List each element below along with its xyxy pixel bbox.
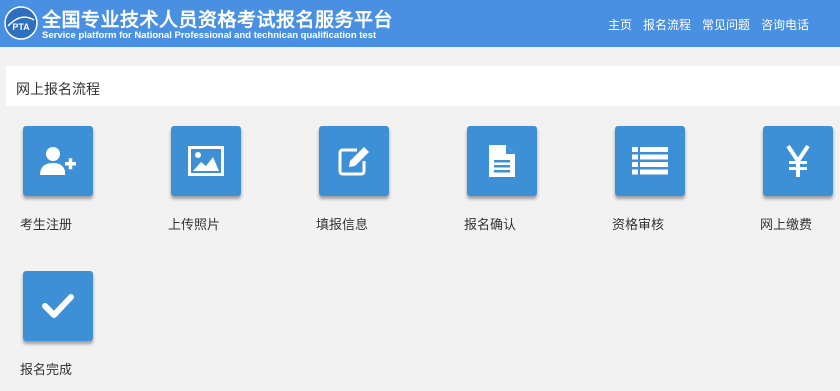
- edit-icon: [338, 147, 369, 176]
- header-bar: PTA 全国专业技术人员资格考试报名服务平台 Service platform …: [0, 0, 840, 47]
- step-tile[interactable]: [171, 126, 241, 196]
- step-tile[interactable]: [319, 126, 389, 196]
- step-label: 报名完成: [20, 362, 73, 377]
- step-complete[interactable]: 报名完成: [20, 271, 140, 391]
- section-title: 网上报名流程: [16, 81, 100, 97]
- step-confirm[interactable]: 报名确认: [464, 126, 584, 246]
- step-label: 上传照片: [168, 217, 221, 232]
- step-tile[interactable]: [615, 126, 685, 196]
- image-icon: [188, 146, 224, 176]
- site-subtitle: Service platform for National Profession…: [42, 30, 377, 41]
- yen-icon: [786, 144, 810, 177]
- nav-item-home[interactable]: 主页: [608, 16, 632, 33]
- step-label: 考生注册: [20, 217, 73, 232]
- top-nav: 主页 报名流程 常见问题 咨询电话: [608, 16, 809, 33]
- step-label: 网上缴费: [760, 217, 813, 232]
- document-icon: [489, 145, 515, 177]
- user-add-icon: [40, 147, 76, 175]
- step-tile[interactable]: [23, 126, 93, 196]
- step-register[interactable]: 考生注册: [20, 126, 140, 246]
- step-fill-info[interactable]: 填报信息: [316, 126, 436, 246]
- step-review[interactable]: 资格审核: [612, 126, 732, 246]
- site-title: 全国专业技术人员资格考试报名服务平台: [42, 10, 394, 31]
- logo-text: PTA: [12, 22, 30, 32]
- nav-item-phone[interactable]: 咨询电话: [761, 16, 809, 33]
- check-icon: [42, 294, 74, 318]
- step-label: 填报信息: [316, 217, 369, 232]
- section-header: 网上报名流程: [6, 66, 840, 106]
- pta-logo-icon: PTA: [4, 6, 38, 40]
- step-tile[interactable]: [763, 126, 833, 196]
- nav-item-process[interactable]: 报名流程: [643, 16, 691, 33]
- step-tile[interactable]: [23, 271, 93, 341]
- list-icon: [632, 147, 668, 175]
- step-label: 报名确认: [464, 217, 517, 232]
- step-label: 资格审核: [612, 217, 665, 232]
- step-tile[interactable]: [467, 126, 537, 196]
- nav-item-faq[interactable]: 常见问题: [702, 16, 750, 33]
- step-payment[interactable]: 网上缴费: [760, 126, 840, 246]
- step-upload-photo[interactable]: 上传照片: [168, 126, 288, 246]
